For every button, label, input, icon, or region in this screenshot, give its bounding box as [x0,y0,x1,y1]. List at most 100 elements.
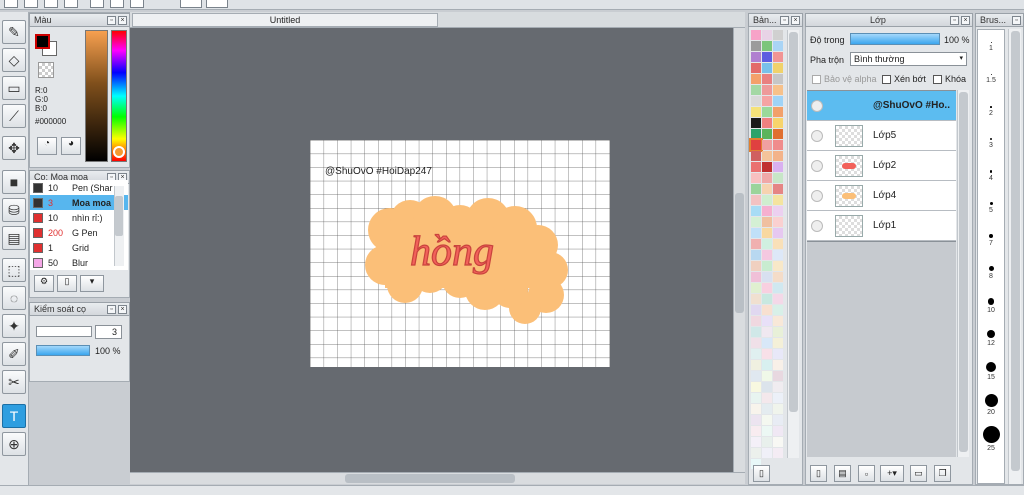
hue-slider-handle[interactable] [113,146,125,158]
bucket-tool-icon[interactable]: ⛁ [2,198,26,222]
brush-size-option[interactable]: 8 [978,266,1004,280]
color-swatch[interactable] [773,63,783,73]
color-swatch[interactable] [751,371,761,381]
color-swatch[interactable] [762,437,772,447]
color-swatch[interactable] [762,63,772,73]
lock-checkbox[interactable]: Khóa [933,74,966,85]
color-swatch[interactable] [762,52,772,62]
color-swatch[interactable] [762,118,772,128]
visibility-eye-icon[interactable] [811,159,823,172]
brush-size-option[interactable]: 1.5 [978,74,1004,84]
lasso-tool-icon[interactable]: ◌ [2,286,26,310]
visibility-eye-icon[interactable] [811,189,823,202]
color-swatch[interactable] [762,162,772,172]
color-swatch[interactable] [773,52,783,62]
color-swatch[interactable] [762,294,772,304]
color-swatch[interactable] [773,41,783,51]
drawing-canvas[interactable]: hồng @ShuOvO #HoiDap247 [310,140,610,367]
float-icon[interactable]: ▫ [780,15,789,25]
color-swatch[interactable] [762,360,772,370]
color-swatch[interactable] [773,393,783,403]
color-swatch[interactable] [773,382,783,392]
color-swatch[interactable] [751,360,761,370]
color-swatch[interactable] [762,448,772,458]
brush-list-scroll-thumb[interactable] [115,196,123,236]
color-swatch[interactable] [751,118,761,128]
color-swatch-grid[interactable] [749,30,785,469]
layer-opacity-slider[interactable] [850,33,940,45]
blend-mode-select[interactable]: Bình thường ▾ [850,52,967,66]
color-saturation-box[interactable] [85,30,108,162]
brush-size-scroll-thumb[interactable] [1011,31,1020,471]
color-swatch[interactable] [751,129,761,139]
cut-icon[interactable] [130,0,144,8]
color-swatch[interactable] [773,239,783,249]
brush-size-option[interactable]: 3 [978,138,1004,149]
color-swatch[interactable] [762,338,772,348]
move-tool-icon[interactable]: ✥ [2,136,26,160]
color-swatch[interactable] [751,404,761,414]
color-swatch[interactable] [751,173,761,183]
color-swatch[interactable] [773,118,783,128]
brush-size-slider[interactable] [36,326,92,337]
brush-opacity-slider[interactable] [36,345,90,356]
brush-settings-button[interactable]: ⚙ [34,275,54,292]
color-swatch[interactable] [773,228,783,238]
color-swatch[interactable] [773,74,783,84]
color-swatch[interactable] [751,228,761,238]
color-swatch[interactable] [751,349,761,359]
color-swatch[interactable] [773,294,783,304]
color-swatch[interactable] [773,338,783,348]
color-swatch[interactable] [751,448,761,458]
primary-color-swatch[interactable] [35,34,50,49]
color-swatch[interactable] [751,96,761,106]
color-swatch[interactable] [773,426,783,436]
gradient-tool-icon[interactable]: ▤ [2,226,26,250]
color-swatch[interactable] [751,74,761,84]
horizontal-scrollbar[interactable] [130,472,745,484]
color-swatch[interactable] [762,184,772,194]
color-swatch[interactable] [773,30,783,40]
color-swatch[interactable] [751,217,761,227]
color-swatch[interactable] [762,283,772,293]
text-tool-icon[interactable]: T [2,404,26,428]
color-swatch[interactable] [751,393,761,403]
color-swatch[interactable] [773,206,783,216]
layer-row[interactable]: @ShuOvO #Ho.. [807,91,956,121]
color-swatch[interactable] [762,393,772,403]
color-swatch[interactable] [762,129,772,139]
rect-select-tool-icon[interactable]: ▭ [2,76,26,100]
print-icon[interactable] [64,0,78,8]
brush-menu-button[interactable]: ▾ [80,275,104,292]
color-swatch[interactable] [773,129,783,139]
color-swatch[interactable] [751,206,761,216]
brush-size-option[interactable]: 4 [978,170,1004,182]
color-swatch[interactable] [751,162,761,172]
color-swatch[interactable] [762,228,772,238]
color-swatch[interactable] [762,261,772,271]
color-swatch[interactable] [773,107,783,117]
color-swatch[interactable] [762,74,772,84]
color-swatch[interactable] [762,30,772,40]
color-swatch[interactable] [773,349,783,359]
color-swatch[interactable] [762,371,772,381]
transparent-color-swatch[interactable] [38,62,54,78]
color-swatch[interactable] [751,338,761,348]
color-swatch[interactable] [773,415,783,425]
color-swatch[interactable] [762,327,772,337]
color-swatch[interactable] [773,305,783,315]
color-swatch[interactable] [762,206,772,216]
color-swatch[interactable] [762,305,772,315]
select-tool-icon[interactable]: ⬚ [2,258,26,282]
color-swatch[interactable] [751,30,761,40]
color-picker-button[interactable]: ◔ [37,137,57,155]
swatch-scroll-thumb[interactable] [789,32,798,412]
visibility-eye-icon[interactable] [811,99,823,112]
new-1bit-layer-button[interactable]: ▫ [858,465,875,482]
color-swatch[interactable] [762,107,772,117]
copy-icon[interactable] [90,0,104,8]
color-swatch[interactable] [773,184,783,194]
duplicate-layer-button[interactable]: ❐ [934,465,951,482]
undo-icon[interactable] [180,0,202,8]
color-swatch[interactable] [751,305,761,315]
